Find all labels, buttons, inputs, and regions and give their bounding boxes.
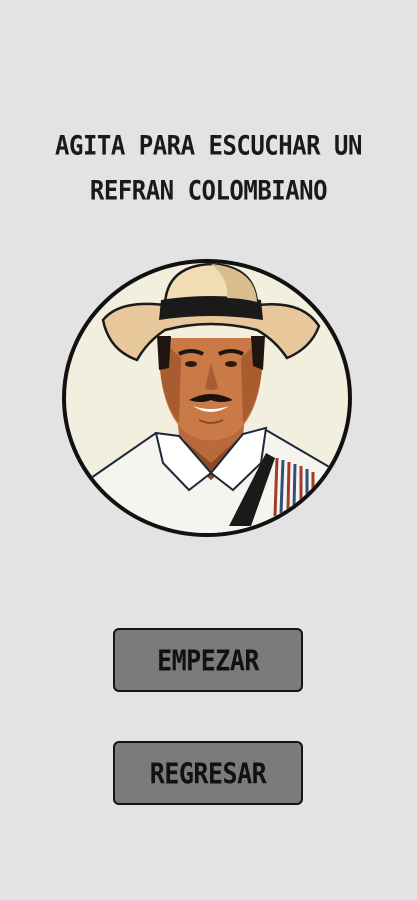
app-screen: AGITA PARA ESCUCHAR UN REFRAN COLOMBIANO <box>0 0 417 900</box>
start-button-label: EMPEZAR <box>157 643 259 677</box>
back-button-label: REGRESAR <box>149 756 267 790</box>
start-button[interactable]: EMPEZAR <box>113 628 303 692</box>
page-title: AGITA PARA ESCUCHAR UN REFRAN COLOMBIANO <box>20 123 397 213</box>
title-line-2: REFRAN COLOMBIANO <box>89 174 328 207</box>
colombian-man-portrait <box>62 259 352 537</box>
title-line-1: AGITA PARA ESCUCHAR UN <box>55 129 362 162</box>
back-button[interactable]: REGRESAR <box>113 741 303 805</box>
